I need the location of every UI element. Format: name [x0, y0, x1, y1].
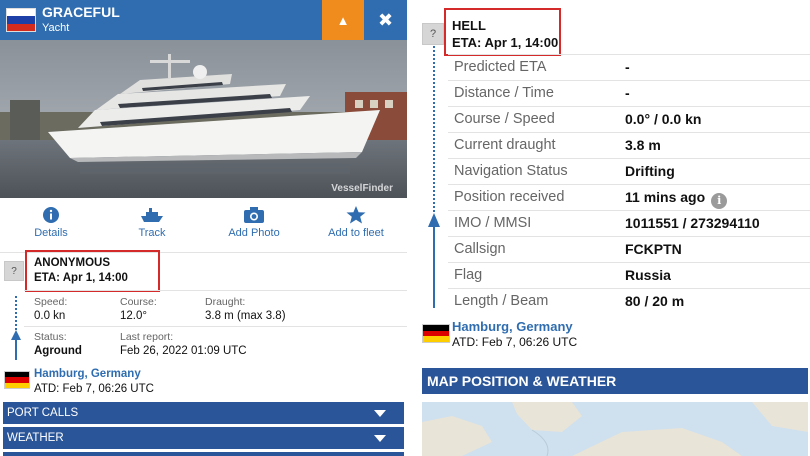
- status-label: Status:: [34, 331, 67, 343]
- track-label: Track: [138, 227, 166, 239]
- divider: [448, 288, 810, 289]
- vessel-type: Yacht: [42, 22, 70, 34]
- departure-atd: ATD: Feb 7, 06:26 UTC: [34, 383, 154, 395]
- route-arrow-icon: [428, 213, 440, 227]
- camera-icon: [244, 207, 264, 223]
- route-line: [433, 226, 435, 308]
- destination-eta: ETA: Apr 1, 14:00: [34, 272, 128, 284]
- add-photo-button[interactable]: Add Photo: [209, 206, 299, 239]
- divider: [448, 158, 810, 159]
- vessel-header: GRACEFUL Yacht ▲ ✖: [0, 0, 407, 40]
- chevron-down-icon: [374, 410, 386, 417]
- route-line: [15, 338, 17, 360]
- predicted-eta-label: Predicted ETA: [454, 59, 547, 75]
- divider: [24, 290, 407, 291]
- departure-port-link[interactable]: Hamburg, Germany: [452, 319, 573, 334]
- vessel-photo[interactable]: VesselFinder: [0, 40, 407, 198]
- last-report-value: Feb 26, 2022 01:09 UTC: [120, 345, 247, 357]
- info-icon[interactable]: i: [711, 193, 728, 209]
- chevron-up-icon: ▲: [336, 12, 350, 28]
- port-calls-label: PORT CALLS: [7, 407, 79, 419]
- navigation-status-label: Navigation Status: [454, 163, 568, 179]
- destination-flag-unknown: ?: [4, 261, 24, 281]
- draught-value: 3.8 m (max 3.8): [205, 310, 286, 322]
- divider: [448, 54, 810, 55]
- divider: [448, 262, 810, 263]
- vessel-name: GRACEFUL: [42, 4, 120, 20]
- flag-label: Flag: [454, 267, 483, 283]
- vessel-popup-panel: GRACEFUL Yacht ▲ ✖ VesselFinder Details …: [0, 0, 407, 456]
- destination-eta: ETA: Apr 1, 14:00: [452, 35, 559, 50]
- divider: [448, 210, 810, 211]
- draught-label: Draught:: [205, 296, 246, 308]
- distance-time-value: -: [625, 85, 630, 101]
- yacht-photo-image: [0, 40, 407, 198]
- close-icon: ✖: [377, 9, 394, 30]
- distance-time-label: Distance / Time: [454, 85, 554, 101]
- russia-flag-icon: [6, 8, 36, 32]
- details-button[interactable]: Details: [6, 206, 96, 239]
- map-view[interactable]: [422, 402, 808, 456]
- divider: [24, 326, 407, 327]
- details-label: Details: [34, 227, 68, 239]
- weather-label: WEATHER: [7, 432, 64, 444]
- speed-label: Speed:: [34, 296, 68, 308]
- divider: [448, 80, 810, 81]
- departure-port-link[interactable]: Hamburg, Germany: [34, 368, 141, 380]
- collapse-button[interactable]: ▲: [322, 0, 364, 40]
- vessel-details-panel: ? HELL ETA: Apr 1, 14:00 Predicted ETA -…: [414, 0, 810, 456]
- destination-name: ANONYMOUS: [34, 257, 111, 269]
- navigation-status-value: Drifting: [625, 163, 675, 179]
- info-icon: [43, 207, 59, 223]
- callsign-value: FCKPTN: [625, 241, 682, 257]
- course-speed-value: 0.0° / 0.0 kn: [625, 111, 702, 127]
- track-button[interactable]: Track: [107, 206, 197, 239]
- predicted-eta-value: -: [625, 59, 630, 75]
- position-received-label: Position received: [454, 189, 565, 205]
- course-speed-label: Course / Speed: [454, 111, 555, 127]
- length-beam-value: 80 / 20 m: [625, 293, 685, 309]
- destination-name: HELL: [452, 18, 486, 33]
- photo-watermark: VesselFinder: [331, 183, 393, 194]
- speed-value: 0.0 kn: [34, 310, 66, 322]
- divider: [448, 236, 810, 237]
- callsign-label: Callsign: [454, 241, 506, 257]
- divider: [448, 132, 810, 133]
- route-dotted-line: [433, 46, 435, 212]
- last-report-label: Last report:: [120, 331, 174, 343]
- route-dotted-line: [15, 296, 17, 330]
- position-received-value: 11 mins ago: [625, 189, 706, 205]
- close-button[interactable]: ✖: [364, 0, 407, 40]
- add-to-fleet-label: Add to fleet: [328, 227, 384, 239]
- next-section-toggle[interactable]: [3, 452, 404, 456]
- status-value: Aground: [34, 345, 82, 357]
- action-bar: Details Track Add Photo Add to fleet: [0, 206, 407, 246]
- add-to-fleet-button[interactable]: Add to fleet: [311, 206, 401, 239]
- length-beam-label: Length / Beam: [454, 293, 549, 309]
- divider: [448, 184, 810, 185]
- course-label: Course:: [120, 296, 157, 308]
- add-photo-label: Add Photo: [228, 227, 280, 239]
- chevron-down-icon: [374, 435, 386, 442]
- ship-icon: [141, 208, 163, 222]
- current-draught-value: 3.8 m: [625, 137, 661, 153]
- current-draught-label: Current draught: [454, 137, 556, 153]
- imo-mmsi-value: 1011551 / 273294110: [625, 215, 760, 231]
- star-icon: [346, 206, 366, 224]
- position-received-row: 11 mins ago i: [625, 189, 728, 209]
- imo-mmsi-label: IMO / MMSI: [454, 215, 532, 231]
- port-calls-section-toggle[interactable]: PORT CALLS: [3, 402, 404, 424]
- flag-value: Russia: [625, 267, 671, 283]
- divider: [448, 106, 810, 107]
- germany-flag-icon: [422, 324, 450, 343]
- map-image: [422, 402, 808, 456]
- destination-flag-unknown: ?: [422, 23, 444, 45]
- weather-section-toggle[interactable]: WEATHER: [3, 427, 404, 449]
- departure-atd: ATD: Feb 7, 06:26 UTC: [452, 335, 578, 349]
- course-value: 12.0°: [120, 310, 147, 322]
- germany-flag-icon: [4, 371, 30, 389]
- map-section-header: MAP POSITION & WEATHER: [422, 368, 808, 394]
